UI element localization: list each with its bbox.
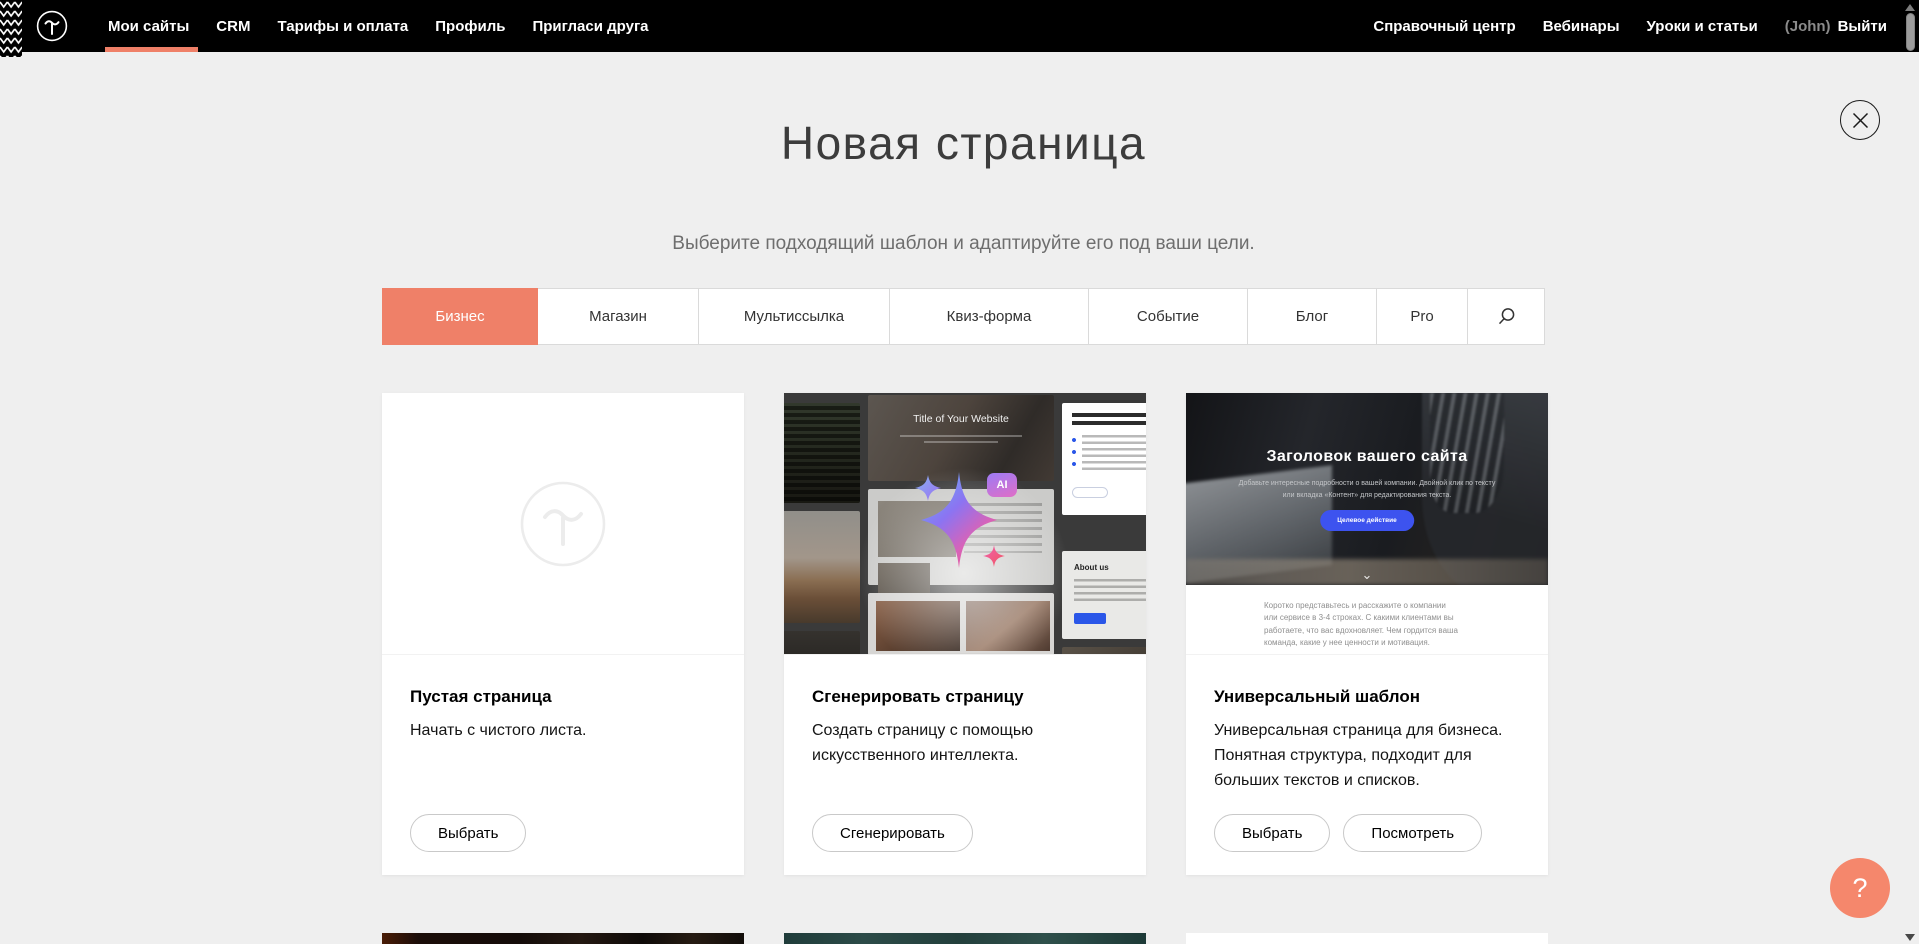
blank-page-info: Пустая страница Начать с чистого листа. … xyxy=(382,655,744,874)
next-row-card-preview[interactable] xyxy=(1186,933,1548,944)
preview-heading: Заголовок вашего сайта xyxy=(1186,448,1548,466)
nav-left-menu: Мои сайты CRM Тарифы и оплата Профиль Пр… xyxy=(108,0,649,52)
logout-link[interactable]: Выйти xyxy=(1838,18,1887,35)
card-actions: Выбрать Посмотреть xyxy=(1214,814,1482,852)
card-description: Создать страницу с помощью искусственног… xyxy=(812,719,1120,769)
generate-button[interactable]: Сгенерировать xyxy=(812,814,973,852)
blank-page-preview[interactable] xyxy=(382,393,744,655)
card-title: Сгенерировать страницу xyxy=(812,687,1024,707)
card-blank-page: Пустая страница Начать с чистого листа. … xyxy=(382,393,744,875)
tab-event[interactable]: Событие xyxy=(1089,288,1248,345)
page-title: Новая страница xyxy=(382,116,1545,170)
card-description: Начать с чистого листа. xyxy=(410,719,718,744)
universal-template-preview[interactable]: Заголовок вашего сайта Добавьте интересн… xyxy=(1186,393,1548,655)
search-icon xyxy=(1497,307,1516,326)
nav-item-webinars[interactable]: Вебинары xyxy=(1543,18,1620,35)
main-content: Новая страница Выберите подходящий шабло… xyxy=(382,0,1545,944)
scrollbar-thumb[interactable] xyxy=(1906,13,1915,51)
tab-quiz-form[interactable]: Квиз-форма xyxy=(890,288,1089,345)
next-row-card-preview[interactable] xyxy=(784,933,1146,944)
top-navbar: Мои сайты CRM Тарифы и оплата Профиль Пр… xyxy=(0,0,1919,52)
preview-cta-button: Целевое действие xyxy=(1320,510,1414,531)
scrollbar-up-arrow[interactable] xyxy=(1905,4,1915,11)
preview-button[interactable]: Посмотреть xyxy=(1343,814,1482,852)
question-mark-icon: ? xyxy=(1852,873,1867,904)
chevron-down-icon: ⌄ xyxy=(1186,568,1548,581)
help-button[interactable]: ? xyxy=(1830,858,1890,918)
card-title: Универсальный шаблон xyxy=(1214,687,1420,707)
ghost-tilda-logo xyxy=(519,480,607,568)
scrollbar[interactable] xyxy=(1902,0,1919,944)
close-button[interactable] xyxy=(1840,100,1880,140)
user-name: (John) xyxy=(1785,18,1831,35)
preview-text-section: Коротко представьтесь и расскажите о ком… xyxy=(1186,585,1548,654)
nav-item-crm[interactable]: CRM xyxy=(216,0,250,52)
universal-template-info: Универсальный шаблон Универсальная стран… xyxy=(1186,655,1548,874)
collage-site-title: Title of Your Website xyxy=(868,413,1054,425)
scrollbar-down-arrow[interactable] xyxy=(1905,934,1915,941)
nav-item-invite-friend[interactable]: Пригласи друга xyxy=(532,0,648,52)
tab-pro[interactable]: Pro xyxy=(1377,288,1468,345)
website-collage: Title of Your Website xyxy=(784,393,1146,654)
zigzag-decoration xyxy=(0,0,22,57)
tab-blog[interactable]: Блог xyxy=(1248,288,1377,345)
select-button[interactable]: Выбрать xyxy=(1214,814,1330,852)
user-group: (John) Выйти xyxy=(1785,18,1887,35)
nav-item-my-sites[interactable]: Мои сайты xyxy=(108,0,189,52)
next-row-card-preview[interactable] xyxy=(382,933,744,944)
tab-multilink[interactable]: Мультиссылка xyxy=(699,288,890,345)
card-universal-template: Заголовок вашего сайта Добавьте интересн… xyxy=(1186,393,1548,875)
preview-hero-section: Заголовок вашего сайта Добавьте интересн… xyxy=(1186,393,1548,585)
nav-item-help-center[interactable]: Справочный центр xyxy=(1373,18,1515,35)
card-description: Универсальная страница для бизнеса. Поня… xyxy=(1214,719,1522,793)
page-subtitle: Выберите подходящий шаблон и адаптируйте… xyxy=(382,233,1545,255)
tab-shop[interactable]: Магазин xyxy=(538,288,699,345)
card-actions: Выбрать xyxy=(410,814,526,852)
tab-search[interactable] xyxy=(1468,288,1545,345)
card-actions: Сгенерировать xyxy=(812,814,973,852)
preview-paragraph: Коротко представьтесь и расскажите о ком… xyxy=(1264,600,1460,650)
card-title: Пустая страница xyxy=(410,687,552,707)
select-button[interactable]: Выбрать xyxy=(410,814,526,852)
ai-sparkle-icon xyxy=(876,451,1046,601)
card-ai-generate: Title of Your Website xyxy=(784,393,1146,875)
nav-item-tariffs[interactable]: Тарифы и оплата xyxy=(277,0,408,52)
close-icon xyxy=(1852,112,1869,129)
ai-badge: AI xyxy=(987,473,1017,497)
nav-item-profile[interactable]: Профиль xyxy=(435,0,505,52)
template-category-tabs: Бизнес Магазин Мультиссылка Квиз-форма С… xyxy=(382,288,1545,345)
ai-generate-preview[interactable]: Title of Your Website xyxy=(784,393,1146,655)
tilda-logo[interactable] xyxy=(36,10,68,42)
nav-item-lessons[interactable]: Уроки и статьи xyxy=(1647,18,1758,35)
template-cards-row: Пустая страница Начать с чистого листа. … xyxy=(382,393,1548,875)
nav-right-menu: Справочный центр Вебинары Уроки и статьи… xyxy=(1373,0,1887,52)
collage-subline xyxy=(900,435,1022,437)
preview-subtext: Добавьте интересные подробности о вашей … xyxy=(1234,478,1500,501)
collage-heading-lines xyxy=(1072,413,1146,425)
ai-generate-info: Сгенерировать страницу Создать страницу … xyxy=(784,655,1146,874)
tab-business[interactable]: Бизнес xyxy=(382,288,538,345)
next-row-cards xyxy=(382,933,1548,944)
